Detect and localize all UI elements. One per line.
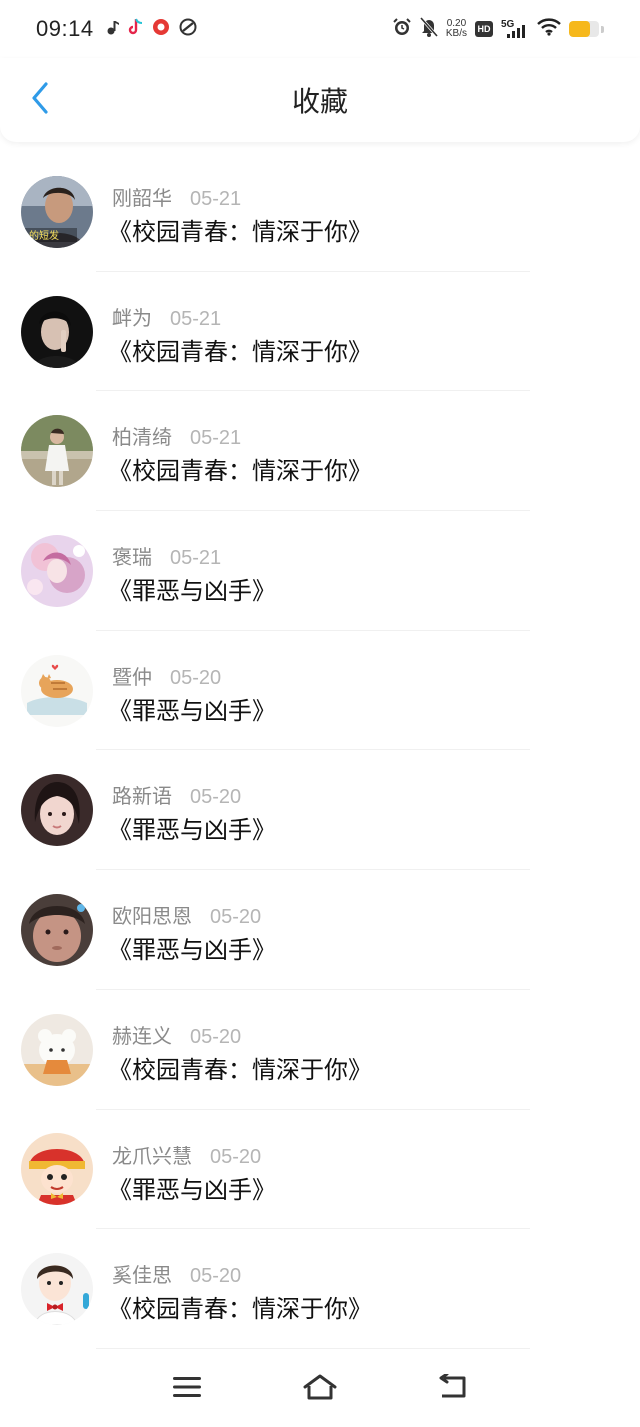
red-app-icon — [152, 18, 170, 40]
tiktok-icon — [128, 18, 144, 40]
author-name: 暨仲 — [112, 664, 152, 689]
author-name: 褒瑞 — [112, 545, 152, 570]
avatar — [21, 534, 93, 607]
item-meta: 刚韶华 05-21 — [112, 182, 241, 211]
menu-icon — [172, 1376, 201, 1402]
item-date: 05-20 — [210, 906, 262, 929]
book-title[interactable]: 《罪恶与凶手》 — [108, 810, 276, 845]
item-date: 05-21 — [170, 307, 222, 330]
avatar — [21, 1133, 93, 1206]
author-name: 刚韶华 — [112, 186, 172, 210]
item-meta: 柏清绮 05-21 — [112, 421, 241, 450]
item-date: 05-20 — [190, 786, 242, 809]
book-title[interactable]: 《校园青春：情深于你》 — [108, 451, 372, 486]
avatar: 的短发 — [21, 175, 93, 248]
author-name: 衅为 — [112, 305, 152, 330]
item-date: 05-21 — [170, 547, 222, 570]
wifi-icon — [537, 18, 561, 40]
list-item[interactable]: 路新语 05-20 《罪恶与凶手》 — [0, 750, 640, 870]
book-title[interactable]: 《校园青春：情深于你》 — [108, 1050, 372, 1085]
item-meta: 衅为 05-21 — [112, 302, 221, 331]
mute-bell-icon — [419, 17, 438, 41]
book-title[interactable]: 《校园青春：情深于你》 — [108, 1289, 372, 1324]
net-speed-unit: KB/s — [445, 28, 467, 39]
home-button[interactable] — [296, 1365, 344, 1413]
avatar-caption: 的短发 — [29, 229, 59, 242]
page-title: 收藏 — [291, 85, 348, 118]
author-name: 奚佳思 — [112, 1263, 172, 1288]
item-date: 05-20 — [190, 1265, 242, 1288]
item-meta: 欧阳思恩 05-20 — [112, 900, 261, 929]
avatar — [21, 893, 93, 966]
book-title[interactable]: 《罪恶与凶手》 — [108, 691, 276, 726]
book-title[interactable]: 《校园青春：情深于你》 — [108, 332, 372, 367]
list-item[interactable]: 的短发 刚韶华 05-21 《校园青春：情深于你》 — [0, 152, 640, 272]
book-title[interactable]: 《罪恶与凶手》 — [108, 571, 276, 606]
chevron-left-icon — [30, 82, 50, 118]
favorites-list: 的短发 刚韶华 05-21 《校园青春：情深于你》 衅为 05-21 《校园青春… — [0, 152, 640, 1349]
avatar — [21, 295, 93, 368]
battery-tip — [601, 25, 604, 33]
author-name: 龙爪兴慧 — [112, 1143, 192, 1168]
battery-icon — [569, 21, 599, 37]
author-name: 欧阳思恩 — [112, 904, 192, 929]
item-date: 05-20 — [210, 1145, 262, 1168]
back-button[interactable] — [20, 80, 60, 120]
alarm-icon — [392, 17, 412, 41]
avatar — [21, 1013, 93, 1086]
list-item[interactable]: 奚佳思 05-20 《校园青春：情深于你》 — [0, 1229, 640, 1349]
status-indicators: 0.20 KB/s HD 5G — [392, 17, 604, 41]
music-note-icon — [106, 19, 120, 39]
status-time: 09:14 — [36, 16, 94, 41]
list-item[interactable]: 衅为 05-21 《校园青春：情深于你》 — [0, 272, 640, 392]
status-bar: 09:14 0.20 KB/s HD 5G — [0, 0, 640, 58]
list-item[interactable]: 赫连义 05-20 《校园青春：情深于你》 — [0, 990, 640, 1110]
avatar — [21, 774, 93, 847]
hd-badge: HD — [475, 21, 493, 37]
app-header: 收藏 — [0, 58, 640, 142]
item-meta: 赫连义 05-20 — [112, 1020, 241, 1049]
author-name: 赫连义 — [112, 1023, 172, 1048]
item-date: 05-21 — [190, 427, 242, 450]
avatar — [21, 654, 93, 727]
book-title[interactable]: 《罪恶与凶手》 — [108, 1170, 276, 1205]
avatar — [21, 1253, 93, 1326]
status-app-icons — [106, 18, 198, 40]
list-item[interactable]: 柏清绮 05-21 《校园青春：情深于你》 — [0, 391, 640, 511]
item-date: 05-20 — [170, 666, 222, 689]
item-meta: 奚佳思 05-20 — [112, 1259, 241, 1288]
author-name: 柏清绮 — [112, 425, 172, 450]
network-speed: 0.20 KB/s — [446, 19, 467, 39]
list-item[interactable]: 欧阳思恩 05-20 《罪恶与凶手》 — [0, 870, 640, 990]
item-meta: 路新语 05-20 — [112, 780, 241, 809]
list-item[interactable]: 褒瑞 05-21 《罪恶与凶手》 — [0, 511, 640, 631]
system-nav-bar — [0, 1350, 640, 1427]
list-item[interactable]: 龙爪兴慧 05-20 《罪恶与凶手》 — [0, 1110, 640, 1230]
book-title[interactable]: 《校园青春：情深于你》 — [108, 212, 372, 247]
menu-button[interactable] — [163, 1365, 211, 1413]
avatar — [21, 415, 93, 488]
system-back-button[interactable] — [429, 1365, 477, 1413]
link-app-icon — [178, 18, 198, 40]
item-meta: 暨仲 05-20 — [112, 661, 221, 690]
item-meta: 龙爪兴慧 05-20 — [112, 1140, 261, 1169]
item-date: 05-21 — [190, 188, 242, 210]
home-icon — [302, 1373, 338, 1405]
item-date: 05-20 — [190, 1025, 242, 1048]
list-item[interactable]: 暨仲 05-20 《罪恶与凶手》 — [0, 631, 640, 751]
cellular-signal-icon: 5G — [501, 19, 529, 39]
item-meta: 褒瑞 05-21 — [112, 541, 221, 570]
back-icon — [438, 1372, 468, 1404]
book-title[interactable]: 《罪恶与凶手》 — [108, 930, 276, 965]
author-name: 路新语 — [112, 784, 172, 809]
